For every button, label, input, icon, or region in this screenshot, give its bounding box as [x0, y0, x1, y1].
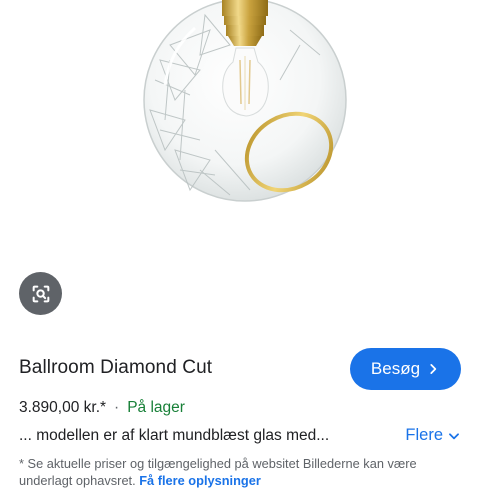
- more-info-link[interactable]: Få flere oplysninger: [139, 473, 261, 488]
- price-availability: 3.890,00 kr.* · På lager: [19, 399, 185, 417]
- description-row: ... modellen er af klart mundblæst glas …: [19, 426, 461, 447]
- chevron-right-icon: [430, 364, 437, 374]
- visit-button-label: Besøg: [370, 359, 421, 378]
- product-description: ... modellen er af klart mundblæst glas …: [19, 427, 330, 444]
- lens-search-icon: [32, 285, 49, 302]
- separator-dot: ·: [114, 399, 120, 416]
- product-image[interactable]: [0, 0, 480, 262]
- chevron-down-icon: [449, 432, 459, 439]
- more-button-label: Flere: [405, 426, 443, 444]
- product-title: Ballroom Diamond Cut: [19, 357, 213, 378]
- lens-search-button[interactable]: [19, 272, 62, 315]
- product-price: 3.890,00 kr.*: [19, 399, 107, 416]
- glass-globe-pendant-image: [143, 0, 347, 202]
- price-disclaimer: * Se aktuelle priser og tilgængelighed p…: [19, 455, 459, 489]
- more-button[interactable]: Flere: [405, 426, 461, 445]
- stock-status: På lager: [127, 399, 185, 416]
- visit-button[interactable]: Besøg: [350, 348, 461, 390]
